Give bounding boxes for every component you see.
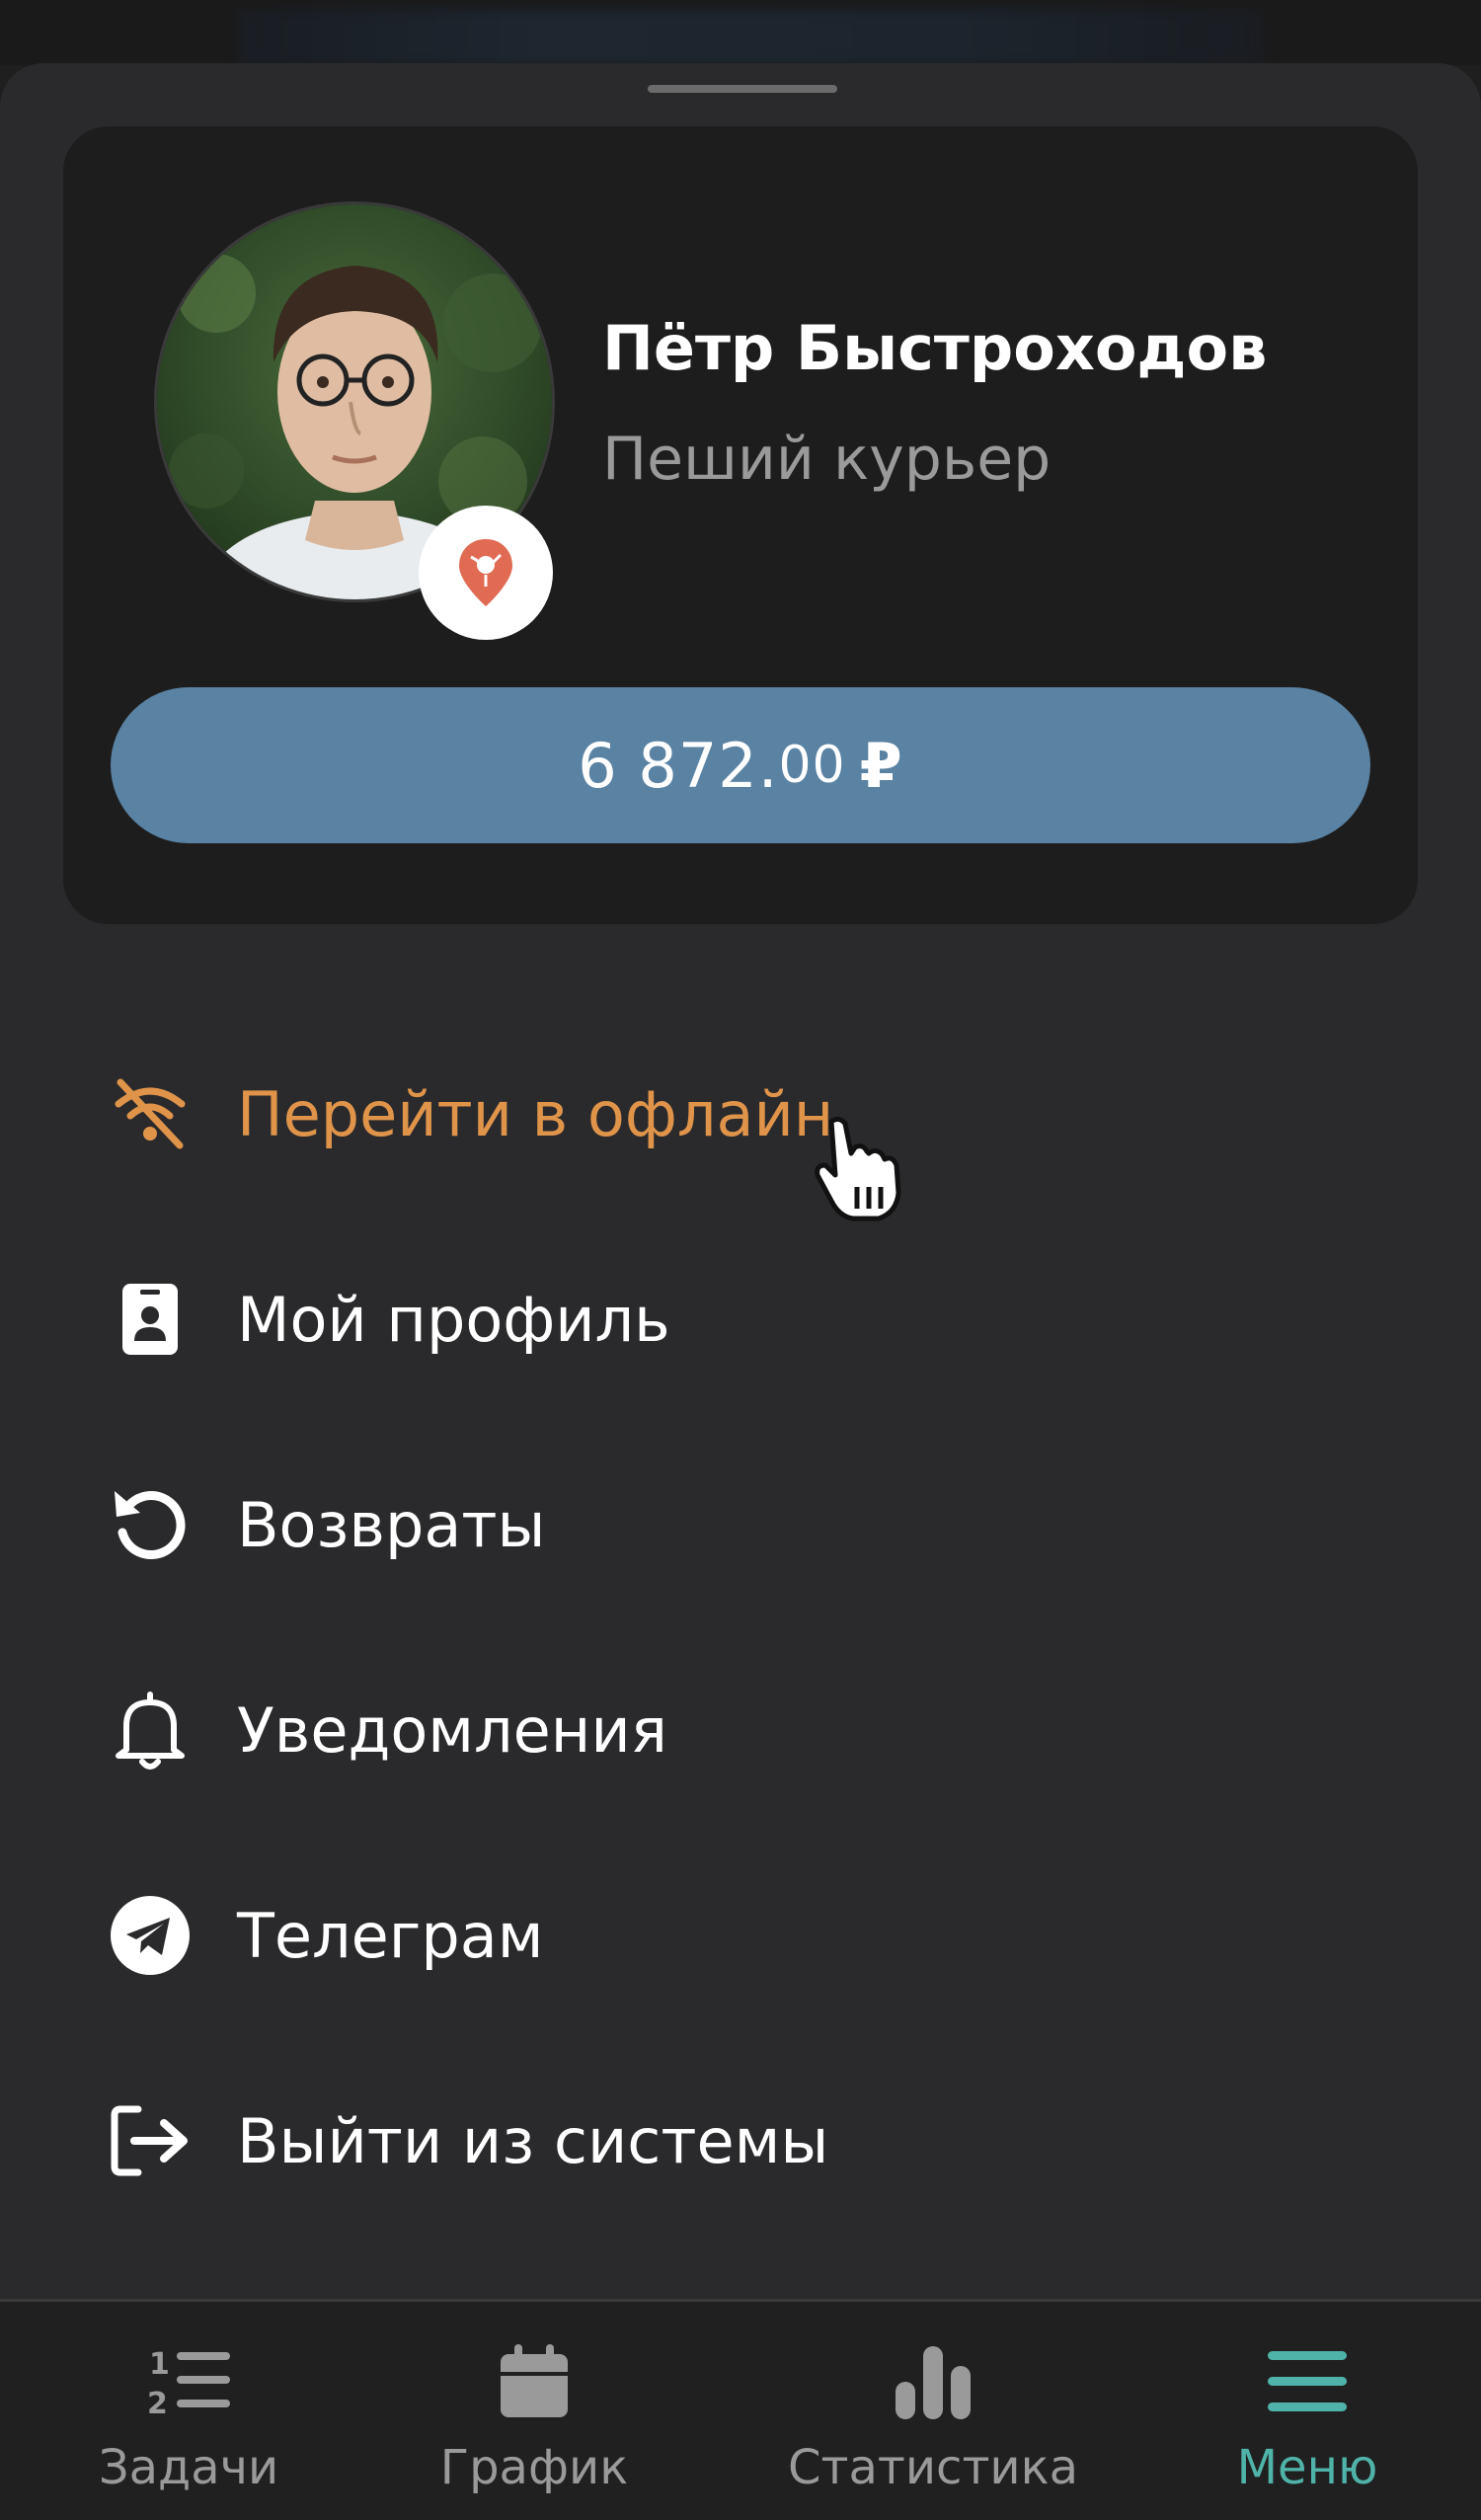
sheet-drag-handle[interactable] — [648, 85, 837, 93]
currency-symbol: ₽ — [859, 729, 903, 802]
id-badge-icon — [99, 1268, 201, 1371]
balance-cents: 00 — [778, 736, 846, 795]
tab-label-schedule: График — [439, 2440, 629, 2495]
tab-label-menu: Меню — [1236, 2440, 1378, 2495]
hand-pointer-cursor — [810, 1114, 908, 1224]
bell-icon — [99, 1679, 201, 1781]
menu-label-telegram: Телеграм — [237, 1899, 544, 1972]
tab-schedule[interactable]: График — [430, 2337, 638, 2495]
background-content — [237, 10, 1264, 65]
balance-button[interactable]: 6 872. 00 ₽ — [111, 687, 1370, 843]
menu-label-my-profile: Мой профиль — [237, 1283, 670, 1356]
calendar-icon — [490, 2337, 579, 2426]
menu-item-telegram[interactable]: Телеграм — [99, 1876, 1382, 1995]
menu-item-returns[interactable]: Возвраты — [99, 1465, 1382, 1584]
tab-label-tasks: Задачи — [98, 2440, 279, 2495]
menu-label-go-offline: Перейти в офлайн — [237, 1077, 834, 1150]
logout-icon — [99, 2089, 201, 2192]
bar-chart-icon — [889, 2337, 977, 2426]
svg-text:1: 1 — [149, 2347, 170, 2382]
wifi-off-icon — [99, 1063, 201, 1165]
menu-item-my-profile[interactable]: Мой профиль — [99, 1260, 1382, 1378]
tab-menu[interactable]: Меню — [1228, 2337, 1386, 2495]
hamburger-menu-icon — [1263, 2337, 1352, 2426]
tab-tasks[interactable]: 1 2 Задачи — [95, 2337, 282, 2495]
menu-item-notifications[interactable]: Уведомления — [99, 1671, 1382, 1789]
map-pin-icon — [419, 506, 553, 640]
user-name: Пётр Быстроходов — [602, 312, 1268, 384]
menu-label-notifications: Уведомления — [237, 1693, 667, 1767]
telegram-icon — [99, 1884, 201, 1987]
ordered-list-icon: 1 2 — [144, 2337, 233, 2426]
balance-integer: 6 872. — [578, 729, 779, 802]
user-role: Пеший курьер — [602, 425, 1052, 494]
undo-icon — [99, 1473, 201, 1576]
menu-label-logout: Выйти из системы — [237, 2104, 829, 2177]
menu-label-returns: Возвраты — [237, 1488, 546, 1561]
background-screen — [0, 0, 1481, 65]
menu-item-go-offline[interactable]: Перейти в офлайн — [99, 1055, 1382, 1173]
tab-label-statistics: Статистика — [788, 2440, 1078, 2495]
menu-item-logout[interactable]: Выйти из системы — [99, 2082, 1382, 2200]
bottom-tab-bar: 1 2 Задачи График Статистика Меню — [0, 2299, 1481, 2520]
tab-statistics[interactable]: Статистика — [788, 2337, 1078, 2495]
svg-text:2: 2 — [147, 2387, 168, 2419]
